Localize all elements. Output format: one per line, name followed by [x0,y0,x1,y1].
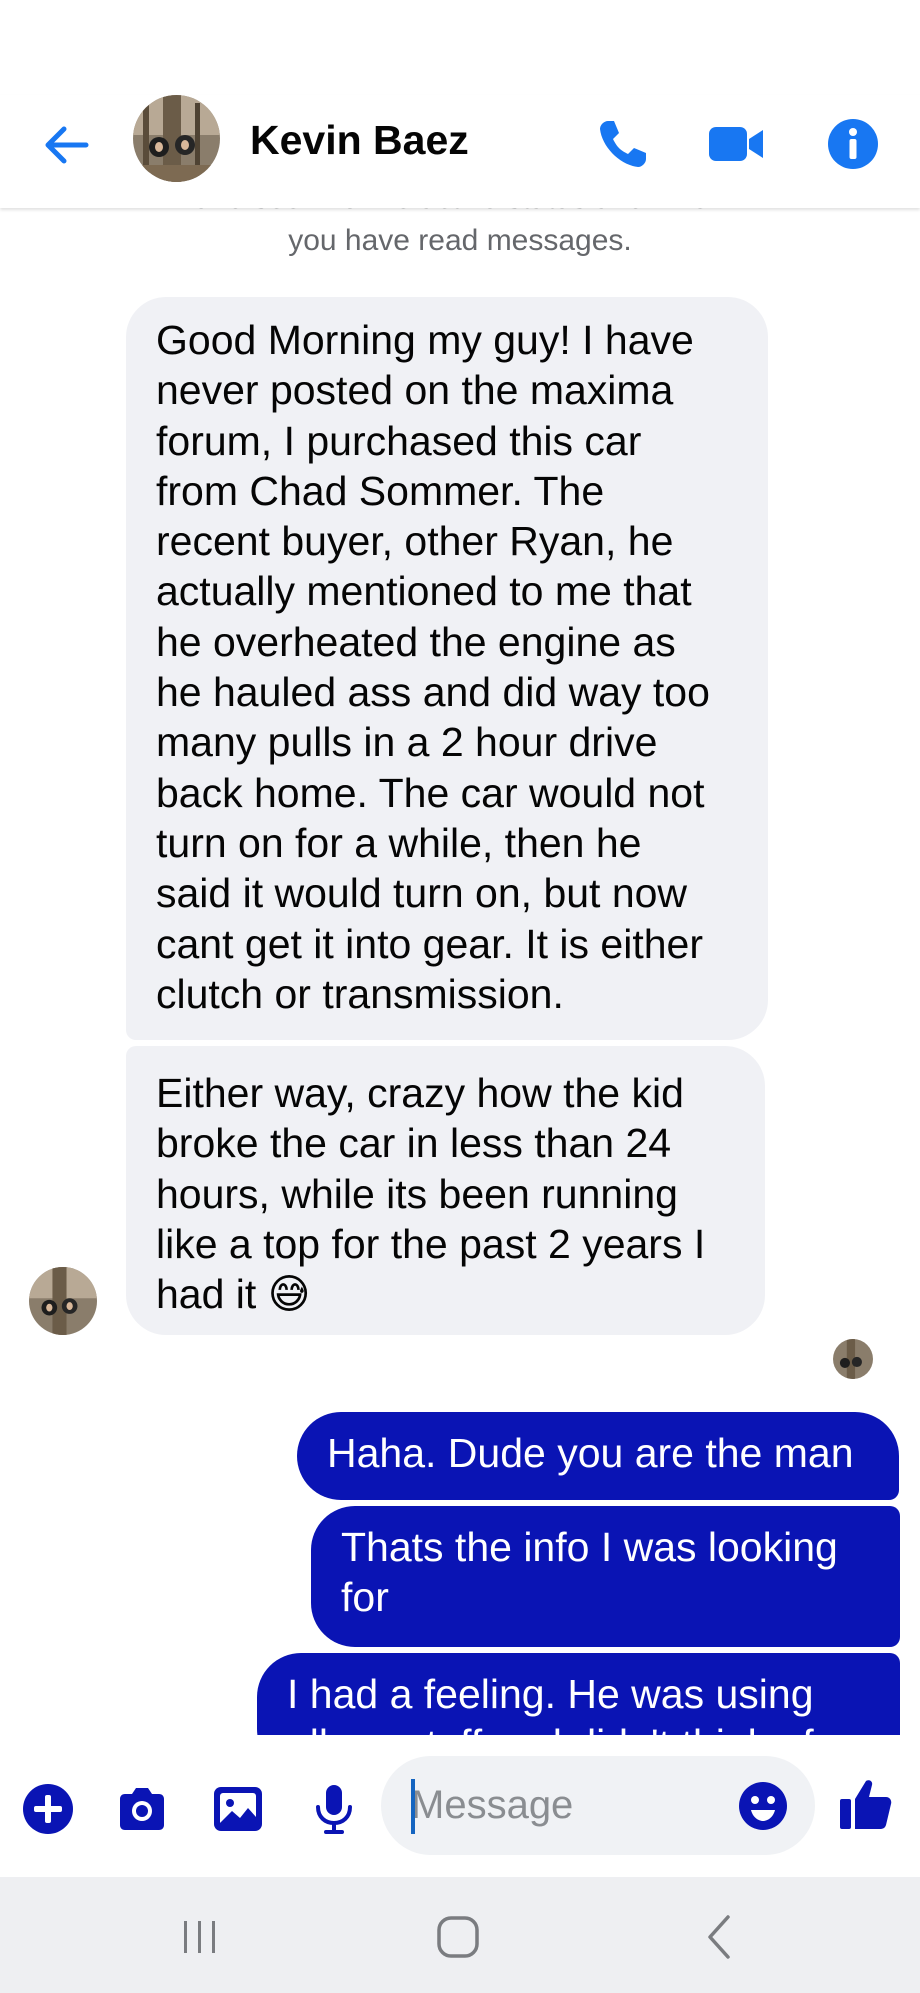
message-line: all my stuff and didn't think of [287,1719,872,1735]
message-line: for [341,1574,389,1620]
emoji-icon [739,1782,787,1830]
message-line: clutch or transmission. [156,970,564,1017]
privacy-notice-line: you have read messages. [288,224,632,257]
add-icon [23,1784,73,1834]
outgoing-message-bubble[interactable]: Thats the info I was looking for [311,1506,900,1647]
back-arrow-icon [45,126,89,164]
message-line: forum, I purchased this car [156,417,642,464]
system-back-button[interactable] [690,1907,750,1967]
add-button[interactable] [20,1781,76,1837]
phone-icon [600,121,646,167]
incoming-message-bubble[interactable]: Good Morning my guy! I have never posted… [126,297,768,1040]
gallery-icon [214,1787,262,1831]
message-line: said it would turn on, but now [156,870,688,917]
message-line: he overheated the engine as [156,618,676,665]
outgoing-message-bubble[interactable]: Haha. Dude you are the man [297,1412,899,1500]
recents-icon [184,1921,215,1953]
outgoing-message-bubble[interactable]: I had a feeling. He was using all my stu… [257,1653,900,1735]
camera-icon [120,1788,164,1830]
conversation-header: Kevin Baez [0,95,920,208]
message-line: turn on for a while, then he [156,819,642,866]
message-input[interactable] [411,1780,711,1830]
contact-avatar[interactable] [133,95,220,182]
gallery-button[interactable] [210,1781,266,1837]
info-button[interactable] [822,113,884,175]
system-navigation-bar [0,1877,920,1993]
message-line: broke the car in less than 24 [156,1120,672,1167]
text-cursor [411,1779,415,1834]
message-line: never posted on the maxima [156,367,674,414]
seen-indicator-avatar [833,1339,873,1379]
message-line: he hauled ass and did way too [156,669,710,716]
status-bar [0,0,920,95]
message-line: had it 😅 [156,1271,311,1318]
message-line: back home. The car would not [156,769,705,816]
sender-avatar[interactable] [29,1267,97,1335]
message-line: many pulls in a 2 hour drive [156,719,658,766]
incoming-message-bubble[interactable]: Either way, crazy how the kid broke the … [126,1046,765,1335]
emoji-button[interactable] [736,1779,790,1833]
message-line: actually mentioned to me that [156,568,692,615]
contact-name[interactable]: Kevin Baez [250,115,469,165]
thumbs-up-icon [840,1780,892,1829]
message-line: like a top for the past 2 years I [156,1220,706,1267]
message-composer [0,1735,920,1877]
back-button[interactable] [38,117,94,173]
microphone-icon [316,1785,352,1834]
message-line: I had a feeling. He was using [287,1671,814,1717]
message-line: Haha. Dude you are the man [327,1430,854,1476]
message-list[interactable]: and see info like active status and when… [0,208,920,1735]
voice-call-button[interactable] [592,113,654,175]
back-icon [708,1915,730,1959]
privacy-notice-line: and see info like active status and when [0,208,920,220]
message-line: from Chad Sommer. The [156,467,605,514]
video-camera-icon [709,127,763,161]
like-button[interactable] [836,1775,894,1833]
message-line: Either way, crazy how the kid [156,1070,684,1116]
home-button[interactable] [428,1907,488,1967]
video-call-button[interactable] [705,113,767,175]
message-field[interactable] [381,1756,815,1855]
home-icon [437,1916,479,1958]
message-line: Good Morning my guy! I have [156,317,694,363]
message-line: Thats the info I was looking [341,1524,838,1570]
message-line: hours, while its been running [156,1170,678,1217]
privacy-notice: and see info like active status and when… [0,208,920,262]
info-icon [828,119,878,169]
message-line: recent buyer, other Ryan, he [156,518,674,565]
message-line: cant get it into gear. It is either [156,920,703,967]
camera-button[interactable] [114,1781,170,1837]
recents-button[interactable] [170,1907,230,1967]
voice-clip-button[interactable] [306,1781,362,1837]
